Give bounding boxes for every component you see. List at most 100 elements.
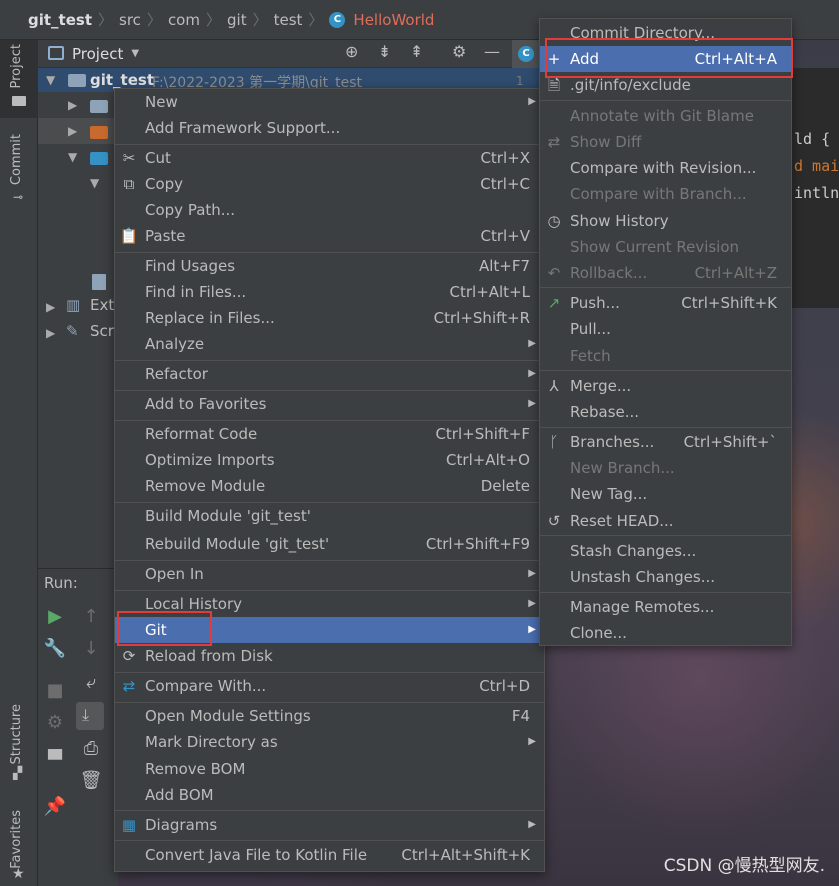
chevron-down-icon[interactable]: ▼	[68, 150, 77, 164]
menu-item-pull[interactable]: Pull...	[540, 316, 791, 342]
menu-item-mark-directory-as[interactable]: Mark Directory as ▶	[115, 729, 544, 755]
menu-item-rebase[interactable]: Rebase...	[540, 399, 791, 425]
menu-item-copy[interactable]: ⧉ Copy Ctrl+C	[115, 171, 544, 197]
menu-label: New Branch...	[570, 459, 675, 477]
chevron-right-icon[interactable]: ▶	[46, 300, 55, 314]
menu-item-find-usages[interactable]: Find Usages Alt+F7	[115, 253, 544, 279]
menu-item-find-in-files[interactable]: Find in Files... Ctrl+Alt+L	[115, 279, 544, 305]
menu-item-open-module-settings[interactable]: Open Module Settings F4	[115, 703, 544, 729]
rerun-icon[interactable]: ▶	[42, 606, 68, 627]
editor-tab[interactable]: C	[512, 40, 540, 68]
print-icon[interactable]: ⎙	[78, 738, 104, 759]
menu-item-annotate[interactable]: Annotate with Git Blame	[540, 103, 791, 129]
chevron-right-icon[interactable]: ▶	[68, 98, 77, 112]
merge-icon: ⅄	[549, 377, 559, 395]
menu-item-reformat-code[interactable]: Reformat Code Ctrl+Shift+F	[115, 421, 544, 447]
menu-item-build-module[interactable]: Build Module 'git_test'	[115, 503, 544, 529]
chevron-down-icon[interactable]: ▼	[90, 176, 99, 190]
menu-item-new-branch[interactable]: New Branch...	[540, 455, 791, 481]
menu-item-fetch[interactable]: Fetch	[540, 343, 791, 369]
menu-item-manage-remotes[interactable]: Manage Remotes...	[540, 594, 791, 620]
layout-icon[interactable]: ▀	[42, 750, 68, 771]
breadcrumb-git[interactable]: git	[223, 11, 251, 29]
stop-icon[interactable]: ■	[42, 680, 68, 701]
gear-icon[interactable]: ⚙	[452, 42, 466, 61]
scratches-label[interactable]: Scr	[90, 322, 114, 340]
menu-item-compare-with-branch[interactable]: Compare with Branch...	[540, 181, 791, 207]
locate-icon[interactable]: ⊕	[345, 42, 358, 61]
breadcrumb-com[interactable]: com	[164, 11, 204, 29]
menu-item-reload-from-disk[interactable]: ⟳ Reload from Disk	[115, 643, 544, 669]
breadcrumb-src[interactable]: src	[115, 11, 145, 29]
favorites-tool-tab[interactable]: Favorites ★	[0, 800, 38, 886]
copy-icon: ⧉	[123, 175, 135, 193]
breadcrumb-project[interactable]: git_test	[24, 11, 96, 29]
commit-tab-label: Commit	[9, 134, 24, 186]
code-line-2: d mai	[794, 157, 839, 175]
soft-wrap-icon[interactable]: ⤶	[78, 672, 104, 693]
menu-item-add-framework[interactable]: Add Framework Support...	[115, 115, 544, 141]
menu-item-show-history[interactable]: ◷ Show History	[540, 208, 791, 234]
project-tool-tab[interactable]: Project	[0, 40, 38, 118]
menu-item-rollback[interactable]: ↶ Rollback... Ctrl+Alt+Z	[540, 260, 791, 286]
menu-item-clone[interactable]: Clone...	[540, 620, 791, 646]
menu-item-diagrams[interactable]: ▦ Diagrams ▶	[115, 812, 544, 838]
menu-item-add-bom[interactable]: Add BOM	[115, 782, 544, 808]
menu-item-replace-in-files[interactable]: Replace in Files... Ctrl+Shift+R	[115, 305, 544, 331]
menu-item-compare-with-revision[interactable]: Compare with Revision...	[540, 155, 791, 181]
menu-item-stash-changes[interactable]: Stash Changes...	[540, 538, 791, 564]
submenu-arrow-icon: ▶	[528, 368, 536, 379]
code-editor[interactable]: ld { d mai intln	[792, 68, 839, 308]
menu-item-remove-bom[interactable]: Remove BOM	[115, 756, 544, 782]
menu-item-merge[interactable]: ⅄ Merge...	[540, 373, 791, 399]
menu-item-cut[interactable]: ✂ Cut Ctrl+X	[115, 145, 544, 171]
menu-item-compare-with[interactable]: ⇄ Compare With... Ctrl+D	[115, 673, 544, 699]
menu-item-show-current-revision[interactable]: Show Current Revision	[540, 234, 791, 260]
menu-item-refactor[interactable]: Refactor ▶	[115, 361, 544, 387]
menu-label: Show Current Revision	[570, 238, 740, 256]
menu-item-reset-head[interactable]: ↺ Reset HEAD...	[540, 508, 791, 534]
menu-item-branches[interactable]: ᚴ Branches... Ctrl+Shift+`	[540, 429, 791, 455]
pin-icon[interactable]: 📌	[42, 796, 68, 817]
menu-item-optimize-imports[interactable]: Optimize Imports Ctrl+Alt+O	[115, 447, 544, 473]
menu-item-add-to-favorites[interactable]: Add to Favorites ▶	[115, 391, 544, 417]
menu-item-convert-java-to-kotlin[interactable]: Convert Java File to Kotlin File Ctrl+Alt…	[115, 842, 544, 868]
menu-item-paste[interactable]: 📋 Paste Ctrl+V	[115, 223, 544, 249]
chevron-down-icon[interactable]: ▼	[131, 48, 139, 59]
menu-separator	[540, 370, 791, 371]
menu-item-remove-module[interactable]: Remove Module Delete	[115, 473, 544, 499]
chevron-right-icon[interactable]: ▶	[46, 326, 55, 340]
up-arrow-icon[interactable]: ↑	[78, 606, 104, 627]
structure-tool-tab[interactable]: Structure ▞	[0, 700, 38, 786]
menu-item-analyze[interactable]: Analyze ▶	[115, 331, 544, 357]
collapse-all-icon[interactable]: ⇞	[410, 42, 423, 61]
wrench-icon[interactable]: 🔧	[42, 638, 68, 659]
chevron-right-icon[interactable]: ▶	[68, 124, 77, 138]
breadcrumb-class[interactable]: HelloWorld	[349, 11, 438, 29]
project-view-icon	[48, 46, 64, 60]
menu-item-open-in[interactable]: Open In ▶	[115, 561, 544, 587]
menu-item-new-tag[interactable]: New Tag...	[540, 481, 791, 507]
expand-all-icon[interactable]: ⇟	[378, 42, 391, 61]
menu-item-rebuild-module[interactable]: Rebuild Module 'git_test' Ctrl+Shift+F9	[115, 531, 544, 557]
menu-item-copy-path[interactable]: Copy Path...	[115, 197, 544, 223]
breadcrumb-test[interactable]: test	[270, 11, 307, 29]
menu-label: Branches...	[570, 433, 655, 451]
menu-label: Push...	[570, 294, 620, 312]
menu-shortcut: Ctrl+Alt+Shift+K	[401, 846, 530, 864]
menu-label: Rebuild Module 'git_test'	[145, 535, 330, 553]
project-view-selector[interactable]: Project	[72, 45, 123, 63]
trash-icon[interactable]: 🗑	[78, 770, 104, 791]
menu-item-unstash-changes[interactable]: Unstash Changes...	[540, 564, 791, 590]
commit-tool-tab[interactable]: Commit ⊸	[0, 130, 38, 210]
scroll-to-end-toggle[interactable]: ⤓	[76, 702, 104, 730]
menu-item-show-diff[interactable]: ⇄ Show Diff	[540, 129, 791, 155]
menu-shortcut: F4	[511, 707, 530, 725]
menu-label: Find in Files...	[145, 283, 247, 301]
run-label: Run:	[44, 574, 78, 592]
menu-item-new[interactable]: New ▶	[115, 89, 544, 115]
down-arrow-icon[interactable]: ↓	[78, 638, 104, 659]
dump-threads-icon[interactable]: ⚙	[42, 712, 68, 733]
minimize-icon[interactable]: —	[484, 42, 500, 61]
menu-item-push[interactable]: ↗ Push... Ctrl+Shift+K	[540, 290, 791, 316]
